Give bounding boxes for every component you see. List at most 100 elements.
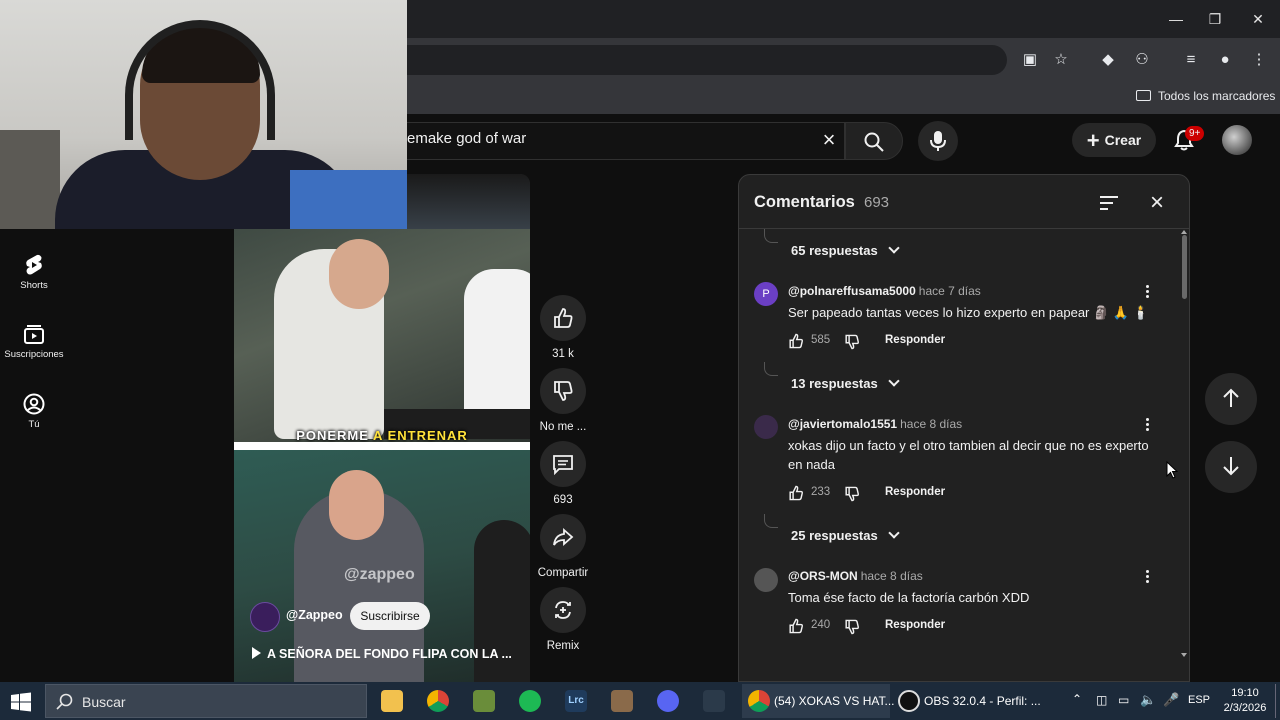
next-short-button[interactable]	[1205, 441, 1257, 493]
close-comments-icon[interactable]: ×	[1143, 189, 1171, 217]
more-options-icon[interactable]	[1143, 568, 1151, 586]
sidebar-item-subscriptions[interactable]: Suscripciones	[0, 323, 68, 383]
replies-label: 25 respuestas	[791, 528, 878, 543]
short-title[interactable]: A SEÑORA DEL FONDO FLIPA CON LA ...	[252, 647, 512, 661]
minecraft-icon[interactable]	[473, 690, 495, 712]
sidebar-item-you[interactable]: Tú	[0, 393, 68, 453]
reply-button[interactable]: Responder	[885, 334, 945, 346]
comments-count-label: 693	[553, 494, 573, 506]
thread-connector	[764, 514, 778, 528]
remix-button[interactable]: Remix	[536, 587, 590, 652]
like-button[interactable]: 31 k	[536, 295, 590, 360]
reply-button[interactable]: Responder	[885, 619, 945, 631]
scroll-up-arrow-icon[interactable]	[1181, 230, 1187, 234]
comment-like-icon[interactable]	[788, 618, 804, 634]
windows-start-icon[interactable]	[10, 692, 32, 712]
subscribe-button[interactable]: Suscribirse	[350, 602, 430, 630]
caption-text: PONERME	[296, 428, 374, 443]
tray-network-icon[interactable]: ◫	[1096, 693, 1107, 707]
tab-strip	[407, 0, 1280, 38]
clock-date: 2/3/2026	[1223, 702, 1267, 714]
comments-count: 693	[864, 194, 890, 211]
capcut-icon[interactable]	[703, 690, 725, 712]
channel-name[interactable]: @Zappeo	[286, 608, 343, 622]
comment-dislike-icon[interactable]	[844, 486, 860, 502]
more-options-icon[interactable]	[1143, 416, 1151, 434]
file-explorer-icon[interactable]	[381, 690, 403, 712]
previous-short-button[interactable]	[1205, 373, 1257, 425]
tray-volume-icon[interactable]: 🔈	[1140, 692, 1156, 708]
sort-icon[interactable]	[1097, 191, 1121, 215]
profile-avatar-icon[interactable]: ●	[1212, 48, 1238, 72]
share-button[interactable]: Compartir	[536, 514, 590, 579]
sidebar-item-label: Tú	[28, 419, 40, 430]
extensions-puzzle-icon[interactable]: ⚇	[1129, 48, 1155, 72]
comment-dislike-icon[interactable]	[844, 619, 860, 635]
show-desktop-strip[interactable]	[1275, 684, 1276, 718]
taskbar-window-chrome[interactable]: (54) XOKAS VS HAT...	[742, 684, 894, 718]
taskbar-clock[interactable]: 19:10 2/3/2026	[1218, 686, 1272, 716]
channel-avatar[interactable]	[250, 602, 280, 632]
comment-avatar[interactable]	[754, 415, 778, 439]
comment-avatar[interactable]: P	[754, 282, 778, 306]
notification-badge: 9+	[1185, 126, 1205, 141]
all-bookmarks-folder[interactable]: Todos los marcadores	[1136, 86, 1275, 106]
media-controls-icon[interactable]: ≡	[1178, 48, 1204, 72]
restore-icon[interactable]: ❐	[1203, 8, 1227, 30]
comment-like-icon[interactable]	[788, 485, 804, 501]
comment-username: @javiertomalo1551	[788, 417, 898, 431]
short-video-player[interactable]: PONERME A ENTRENAR @zappeo @Zappeo Suscr…	[234, 174, 530, 682]
minimize-icon[interactable]: —	[1164, 8, 1188, 30]
more-options-icon[interactable]	[1143, 283, 1151, 301]
thumbs-up-icon	[540, 295, 586, 341]
header-divider	[739, 228, 1189, 229]
comment-author[interactable]: @javiertomalo1551 hace 8 días	[788, 417, 962, 431]
spotify-icon[interactable]	[519, 690, 541, 712]
search-button[interactable]	[845, 122, 903, 160]
view-replies-button[interactable]: 13 respuestas	[791, 375, 900, 391]
voice-search-button[interactable]	[918, 121, 958, 161]
sidebar-item-shorts[interactable]: Shorts	[0, 254, 68, 314]
sidebar-item-label: Shorts	[20, 280, 48, 291]
close-window-icon[interactable]: ✕	[1246, 8, 1270, 30]
subscriptions-icon	[23, 323, 45, 345]
discord-icon[interactable]	[657, 690, 679, 712]
bookmark-star-icon[interactable]: ☆	[1048, 48, 1074, 72]
view-replies-button[interactable]: 65 respuestas	[791, 242, 900, 258]
comment-author[interactable]: @polnareffusama5000 hace 7 días	[788, 284, 981, 298]
reply-button[interactable]: Responder	[885, 486, 945, 498]
account-avatar[interactable]	[1222, 125, 1252, 155]
language-indicator[interactable]: ESP	[1188, 694, 1210, 706]
view-replies-button[interactable]: 25 respuestas	[791, 527, 900, 543]
comments-scrollbar[interactable]	[1182, 235, 1187, 299]
extension-diamond-icon[interactable]: ◆	[1095, 48, 1121, 72]
create-label: Crear	[1104, 132, 1142, 148]
chrome-menu-icon[interactable]: ⋮	[1246, 48, 1272, 72]
create-button[interactable]: + Crear	[1072, 123, 1156, 157]
chrome-taskbar-icon[interactable]	[427, 690, 449, 712]
you-icon	[23, 393, 45, 415]
comments-button[interactable]: 693	[536, 441, 590, 506]
tray-microphone-icon[interactable]: 🎤	[1163, 692, 1179, 708]
avatar-letter: P	[762, 288, 770, 300]
clear-search-icon[interactable]: ×	[815, 128, 843, 152]
comment-like-icon[interactable]	[788, 333, 804, 349]
search-icon	[864, 132, 884, 152]
comment-dislike-icon[interactable]	[844, 334, 860, 350]
chrome-icon	[748, 690, 770, 712]
comment-avatar[interactable]	[754, 568, 778, 592]
tray-chevron-up-icon[interactable]: ⌃	[1072, 692, 1082, 706]
comment-time: hace 8 días	[900, 417, 963, 431]
game-app-icon[interactable]	[611, 690, 633, 712]
comment-author[interactable]: @ORS-MON hace 8 días	[788, 569, 923, 583]
thumbs-down-icon	[540, 368, 586, 414]
dislike-button[interactable]: No me ...	[536, 368, 590, 433]
comment-time: hace 8 días	[860, 569, 923, 583]
chevron-down-icon	[888, 527, 900, 539]
scroll-down-arrow-icon[interactable]	[1181, 653, 1187, 657]
tray-display-icon[interactable]: ▭	[1118, 693, 1129, 707]
taskbar-window-obs[interactable]: OBS 32.0.4 - Perfil: ...	[892, 684, 1052, 718]
lightroom-icon[interactable]: Lrc	[565, 690, 587, 712]
install-app-icon[interactable]: ▣	[1017, 48, 1043, 72]
address-bar[interactable]	[407, 45, 1007, 75]
